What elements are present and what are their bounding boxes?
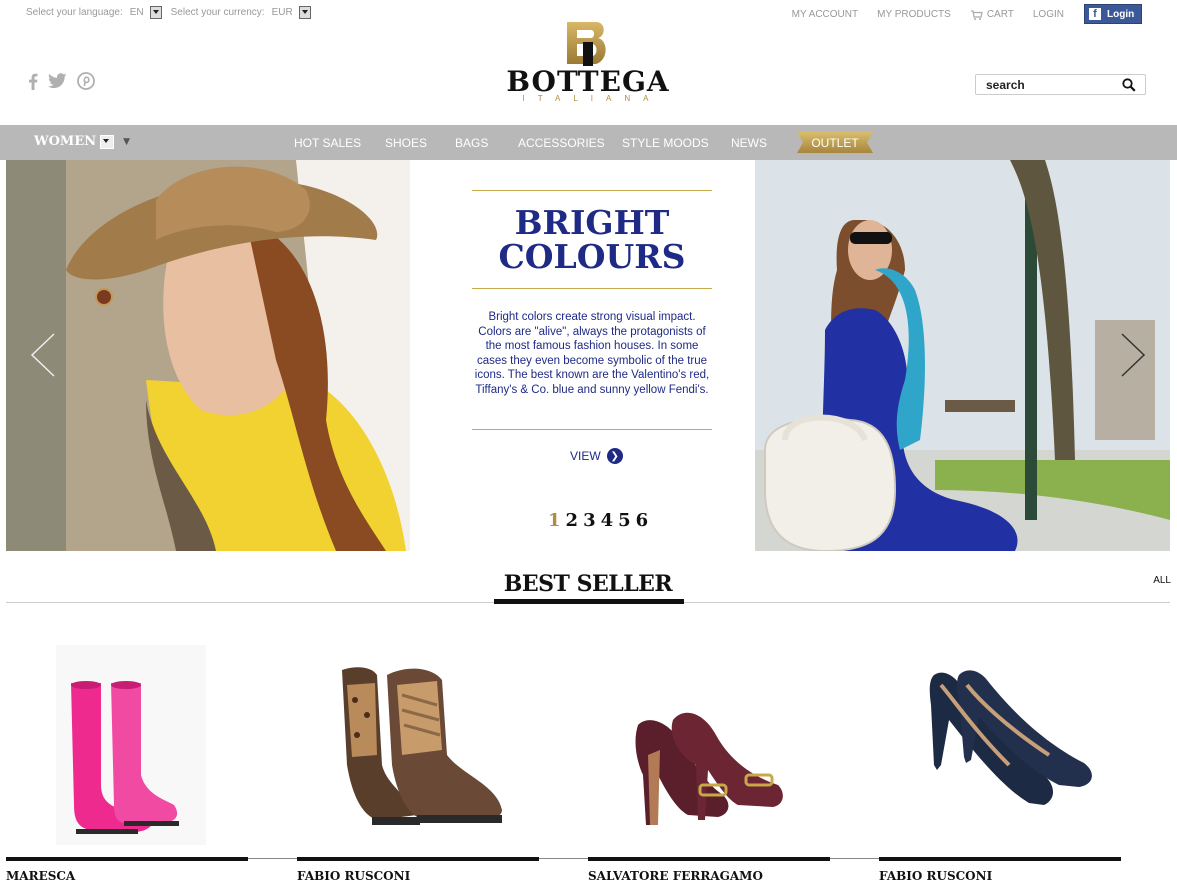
best-seller-title: BEST SELLER bbox=[503, 571, 673, 597]
product-divider bbox=[539, 858, 588, 859]
account-nav: MY ACCOUNT MY PRODUCTS CART LOGIN f Logi… bbox=[773, 4, 1142, 24]
hero-description: Bright colors create strong visual impac… bbox=[474, 311, 710, 396]
product-image[interactable] bbox=[588, 645, 830, 855]
nav-item-bags[interactable]: BAGS bbox=[455, 136, 488, 150]
best-seller-underline bbox=[494, 599, 684, 604]
pager-item[interactable]: 2 bbox=[566, 510, 579, 531]
product-card[interactable]: FABIO RUSCONI bbox=[879, 625, 1121, 887]
login-link[interactable]: LOGIN bbox=[1033, 9, 1064, 20]
twitter-icon[interactable] bbox=[48, 73, 67, 89]
language-label: Select your language: bbox=[26, 7, 123, 18]
view-button[interactable]: VIEW ❯ bbox=[570, 448, 623, 464]
pager-item[interactable]: 4 bbox=[601, 510, 614, 531]
nav-item-style-moods[interactable]: STYLE MOODS bbox=[622, 136, 709, 150]
view-all-link[interactable]: ALL bbox=[1153, 575, 1171, 586]
product-card[interactable]: SALVATORE FERRAGAMO bbox=[588, 625, 830, 887]
nav-item-shoes[interactable]: SHOES bbox=[385, 136, 427, 150]
view-label: VIEW bbox=[570, 449, 601, 463]
pager-item[interactable]: 5 bbox=[618, 510, 631, 531]
slider-pager: 1 2 3 4 5 6 bbox=[548, 510, 653, 531]
product-bar bbox=[297, 857, 539, 861]
nav-item-accessories[interactable]: ACCESSORIES bbox=[518, 136, 605, 150]
product-brand[interactable]: MARESCA bbox=[6, 869, 75, 883]
hero-image-left bbox=[6, 160, 410, 551]
product-image[interactable] bbox=[879, 645, 1121, 855]
locale-selectors: Select your language: EN Select your cur… bbox=[26, 6, 311, 19]
product-divider bbox=[830, 858, 879, 859]
hero-image-right bbox=[755, 160, 1170, 551]
pager-item[interactable]: 3 bbox=[583, 510, 596, 531]
hero-title-line1: BRIGHT bbox=[514, 203, 670, 242]
my-products-link[interactable]: MY PRODUCTS bbox=[877, 9, 951, 20]
cart-label: CART bbox=[986, 8, 1014, 20]
product-bar bbox=[879, 857, 1121, 861]
pager-item[interactable]: 1 bbox=[548, 510, 561, 531]
search-box[interactable] bbox=[975, 74, 1146, 95]
nav-item-outlet[interactable]: OUTLET bbox=[797, 132, 873, 153]
product-brand[interactable]: SALVATORE FERRAGAMO bbox=[588, 869, 763, 883]
slider-next-arrow-icon[interactable] bbox=[1120, 332, 1146, 378]
outlet-label: OUTLET bbox=[811, 136, 859, 150]
cart-link[interactable]: CART bbox=[970, 9, 1014, 20]
chevron-right-icon: ❯ bbox=[606, 448, 623, 464]
language-value: EN bbox=[129, 7, 144, 18]
hero-title-line2: COLOURS bbox=[498, 237, 686, 276]
social-links bbox=[28, 72, 105, 90]
hero-content: BRIGHT COLOURS Bright colors create stro… bbox=[410, 160, 755, 551]
main-nav: WOMEN ▼ HOT SALES SHOES BAGS ACCESSORIES… bbox=[0, 125, 1177, 160]
currency-select[interactable]: EUR bbox=[272, 6, 311, 19]
product-card[interactable]: FABIO RUSCONI bbox=[297, 625, 539, 887]
logo-subtitle: ITALIANA bbox=[522, 94, 662, 103]
currency-label: Select your currency: bbox=[170, 7, 265, 18]
nav-item-hot-sales[interactable]: HOT SALES bbox=[294, 136, 361, 150]
nav-item-news[interactable]: NEWS bbox=[731, 136, 767, 150]
product-card[interactable]: MARESCA bbox=[6, 625, 248, 887]
logo-emblem bbox=[567, 22, 606, 66]
search-icon[interactable] bbox=[1122, 78, 1136, 92]
language-select[interactable]: EN bbox=[130, 6, 162, 19]
slider-prev-arrow-icon[interactable] bbox=[30, 332, 56, 378]
pinterest-icon[interactable] bbox=[77, 72, 95, 90]
search-input[interactable] bbox=[986, 77, 1116, 92]
my-account-link[interactable]: MY ACCOUNT bbox=[792, 9, 859, 20]
hero-title: BRIGHT COLOURS bbox=[472, 206, 712, 274]
facebook-login-button[interactable]: f Login bbox=[1084, 4, 1142, 24]
cart-icon bbox=[970, 9, 983, 20]
site-logo[interactable]: BOTTEGA ITALIANA bbox=[503, 20, 673, 103]
product-brand[interactable]: FABIO RUSCONI bbox=[297, 869, 410, 883]
product-bar bbox=[6, 857, 248, 861]
product-image[interactable] bbox=[6, 645, 248, 855]
product-brand[interactable]: FABIO RUSCONI bbox=[879, 869, 992, 883]
facebook-icon: f bbox=[1089, 8, 1101, 20]
dropdown-arrow-icon[interactable] bbox=[298, 6, 311, 19]
facebook-login-label: Login bbox=[1107, 8, 1135, 20]
currency-value: EUR bbox=[271, 7, 293, 18]
facebook-icon[interactable] bbox=[28, 73, 38, 90]
pager-item[interactable]: 6 bbox=[636, 510, 649, 531]
product-bar bbox=[588, 857, 830, 861]
hero-top-rule bbox=[472, 190, 712, 191]
dropdown-arrow-icon[interactable] bbox=[149, 6, 162, 19]
hero-mid-rule bbox=[472, 288, 712, 289]
product-divider bbox=[248, 858, 297, 859]
logo-wordmark: BOTTEGA bbox=[506, 65, 670, 98]
hero-slider: BRIGHT COLOURS Bright colors create stro… bbox=[6, 160, 1170, 551]
hero-bottom-rule bbox=[472, 429, 712, 430]
product-image[interactable] bbox=[297, 645, 539, 855]
